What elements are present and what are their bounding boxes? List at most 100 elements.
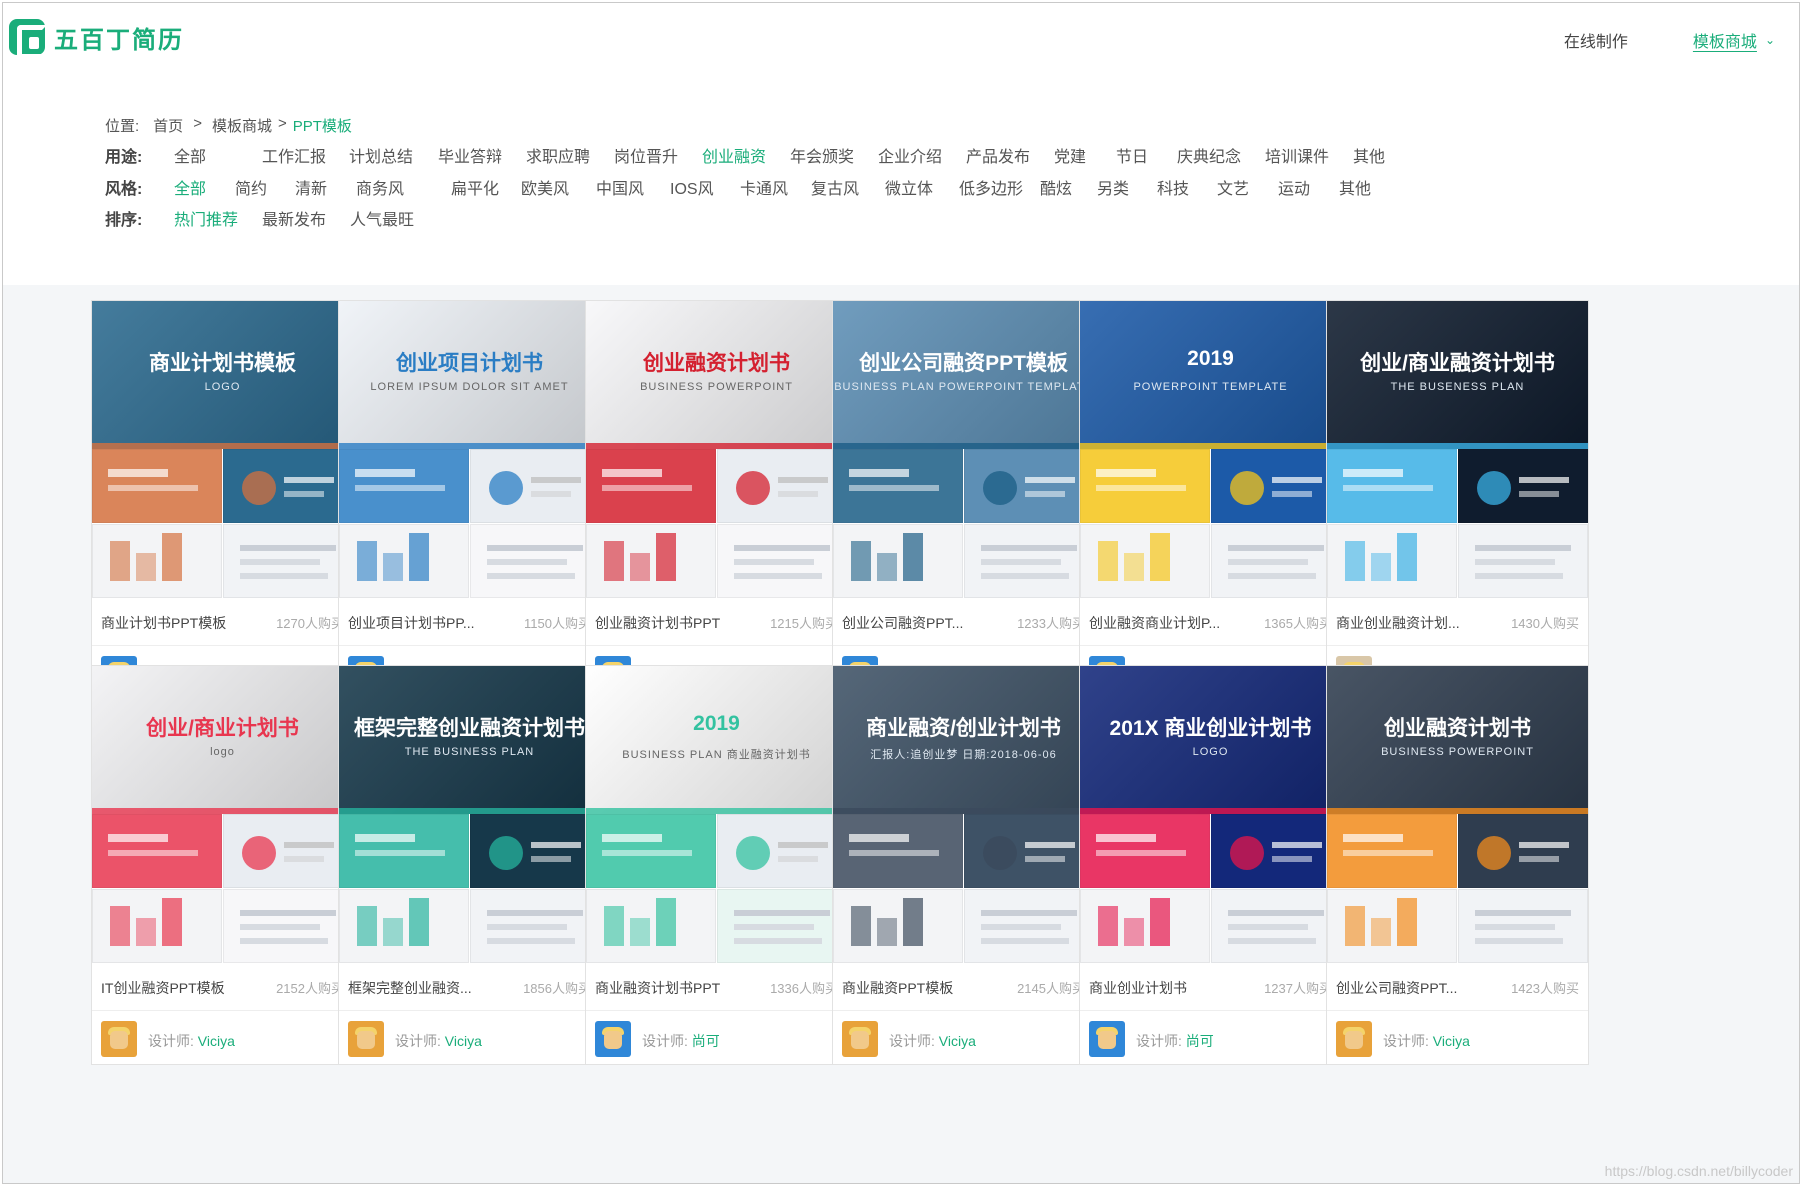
chevron-down-icon[interactable]: ⌄ <box>1765 33 1775 47</box>
filter-option-purpose[interactable]: 节日 <box>1116 143 1177 167</box>
designer-label: 设计师: <box>1136 1033 1182 1049</box>
filter-option-sort[interactable]: 热门推荐 <box>174 206 262 230</box>
filter-option-style[interactable]: 扁平化 <box>451 175 521 199</box>
card-meta: 创业项目计划书PP... 1150人购买 <box>339 598 600 646</box>
template-title[interactable]: IT创业融资PPT模板 <box>101 978 225 998</box>
brand-logo[interactable]: 五百丁简历 <box>9 19 184 59</box>
template-thumbnail[interactable]: 2019 POWERPOINT TEMPLATE <box>1080 301 1341 598</box>
thumbnail-title: 创业/商业计划书 <box>146 717 299 740</box>
template-thumbnail[interactable]: 商业融资/创业计划书 汇报人:追创业梦 日期:2018-06-06 <box>833 666 1094 963</box>
template-thumbnail[interactable]: 创业融资计划书 BUSINESS POWERPOINT <box>586 301 847 598</box>
template-card[interactable]: 201X 商业创业计划书 LOGO 商业创业计划书 1237人购买 设计师: 尚… <box>1079 665 1342 1065</box>
designer-name[interactable]: Viciya <box>445 1033 482 1049</box>
template-thumbnail[interactable]: 201X 商业创业计划书 LOGO <box>1080 666 1341 963</box>
filter-option-purpose[interactable]: 创业融资 <box>702 143 790 167</box>
designer-avatar[interactable] <box>1089 1021 1125 1057</box>
filter-option-purpose[interactable]: 党建 <box>1054 143 1116 167</box>
filter-option-purpose[interactable]: 求职应聘 <box>526 143 614 167</box>
designer-avatar[interactable] <box>1336 1021 1372 1057</box>
designer-name[interactable]: Viciya <box>1433 1033 1470 1049</box>
filter-option-purpose[interactable]: 庆典纪念 <box>1177 143 1265 167</box>
designer-avatar[interactable] <box>348 1021 384 1057</box>
template-card[interactable]: 商业融资/创业计划书 汇报人:追创业梦 日期:2018-06-06 商业融资PP… <box>832 665 1095 1065</box>
filter-option-style[interactable]: 全部 <box>174 175 235 199</box>
filter-option-style[interactable]: 科技 <box>1157 175 1217 199</box>
template-title[interactable]: 创业项目计划书PP... <box>348 613 475 633</box>
filter-option-style[interactable]: 微立体 <box>885 175 959 199</box>
template-card[interactable]: 创业融资计划书 BUSINESS POWERPOINT 创业公司融资PPT...… <box>1326 665 1589 1065</box>
template-thumbnail[interactable]: 商业计划书模板 LOGO <box>92 301 353 598</box>
template-card[interactable]: 创业/商业计划书 logo IT创业融资PPT模板 2152人购买 设计师: V… <box>91 665 354 1065</box>
template-card[interactable]: 框架完整创业融资计划书 THE BUSINESS PLAN 框架完整创业融资..… <box>338 665 601 1065</box>
filter-label-style: 风格: <box>105 181 143 198</box>
template-title[interactable]: 创业公司融资PPT... <box>1336 978 1457 998</box>
filter-option-sort[interactable]: 最新发布 <box>262 206 350 230</box>
filter-option-purpose[interactable]: 工作汇报 <box>262 143 349 167</box>
breadcrumb-home[interactable]: 首页 <box>153 115 183 136</box>
template-title[interactable]: 创业公司融资PPT... <box>842 613 963 633</box>
template-card[interactable]: 2019 BUSINESS PLAN 商业融资计划书 商业融资计划书PPT 13… <box>585 665 848 1065</box>
template-title[interactable]: 商业创业计划书 <box>1089 978 1187 998</box>
template-card[interactable]: 创业融资计划书 BUSINESS POWERPOINT 创业融资计划书PPT 1… <box>585 300 848 700</box>
nav-online-make[interactable]: 在线制作 <box>1564 28 1628 52</box>
designer-avatar[interactable] <box>595 1021 631 1057</box>
thumbnail-subtitle: LOGO <box>1192 746 1229 758</box>
designer-avatar[interactable] <box>101 1021 137 1057</box>
filter-option-style[interactable]: 简约 <box>235 175 295 199</box>
filter-option-style[interactable]: 商务风 <box>356 175 451 199</box>
filter-option-purpose[interactable]: 产品发布 <box>966 143 1054 167</box>
template-card[interactable]: 2019 POWERPOINT TEMPLATE 创业融资商业计划P... 13… <box>1079 300 1342 700</box>
filter-option-purpose[interactable]: 其他 <box>1353 143 1413 167</box>
filter-option-style[interactable]: 运动 <box>1278 175 1339 199</box>
filter-option-purpose[interactable]: 年会颁奖 <box>790 143 878 167</box>
designer-name[interactable]: Viciya <box>939 1033 976 1049</box>
designer-name[interactable]: 尚可 <box>1186 1033 1214 1049</box>
template-thumbnail[interactable]: 创业融资计划书 BUSINESS POWERPOINT <box>1327 666 1588 963</box>
template-title[interactable]: 商业融资计划书PPT <box>595 978 720 998</box>
template-thumbnail[interactable]: 创业/商业融资计划书 THE BUSENESS PLAN <box>1327 301 1588 598</box>
filter-option-style[interactable]: 欧美风 <box>521 175 596 199</box>
template-thumbnail[interactable]: 创业项目计划书 LOREM IPSUM DOLOR SIT AMET <box>339 301 600 598</box>
designer-name[interactable]: 尚可 <box>692 1033 720 1049</box>
filter-option-style[interactable]: 低多边形 <box>959 175 1040 199</box>
purchase-count: 1270人购买 <box>276 616 344 631</box>
filter-option-style[interactable]: 中国风 <box>596 175 670 199</box>
card-meta: 商业融资计划书PPT 1336人购买 <box>586 963 847 1011</box>
template-card[interactable]: 商业计划书模板 LOGO 商业计划书PPT模板 1270人购买 <box>91 300 354 700</box>
template-title[interactable]: 创业融资计划书PPT <box>595 613 720 633</box>
filter-option-style[interactable]: IOS风 <box>670 175 740 199</box>
filter-option-style[interactable]: 卡通风 <box>740 175 811 199</box>
template-title[interactable]: 商业融资PPT模板 <box>842 978 953 998</box>
nav-template-market[interactable]: 模板商城 <box>1693 28 1757 52</box>
template-title[interactable]: 框架完整创业融资... <box>348 978 472 998</box>
template-card[interactable]: 创业公司融资PPT模板 BUSINESS PLAN POWERPOINT TEM… <box>832 300 1095 700</box>
filter-option-purpose[interactable]: 毕业答辩 <box>438 143 526 167</box>
template-thumbnail[interactable]: 框架完整创业融资计划书 THE BUSINESS PLAN <box>339 666 600 963</box>
template-card[interactable]: 创业项目计划书 LOREM IPSUM DOLOR SIT AMET 创业项目计… <box>338 300 601 700</box>
filter-option-purpose[interactable]: 计划总结 <box>349 143 438 167</box>
filter-option-purpose[interactable]: 岗位晋升 <box>614 143 702 167</box>
filter-option-style[interactable]: 酷炫 <box>1040 175 1097 199</box>
template-card[interactable]: 创业/商业融资计划书 THE BUSENESS PLAN 商业创业融资计划...… <box>1326 300 1589 700</box>
template-title[interactable]: 商业创业融资计划... <box>1336 613 1460 633</box>
thumbnail-title: 创业融资计划书 <box>1384 717 1531 740</box>
designer-name[interactable]: Viciya <box>198 1033 235 1049</box>
purchase-count: 1365人购买 <box>1264 616 1332 631</box>
filter-option-style[interactable]: 另类 <box>1097 175 1157 199</box>
filter-option-purpose[interactable]: 全部 <box>174 143 262 167</box>
filter-option-style[interactable]: 复古风 <box>811 175 885 199</box>
template-title[interactable]: 商业计划书PPT模板 <box>101 613 226 633</box>
template-thumbnail[interactable]: 2019 BUSINESS PLAN 商业融资计划书 <box>586 666 847 963</box>
thumbnail-title: 2019 <box>1187 347 1234 370</box>
filter-option-purpose[interactable]: 企业介绍 <box>878 143 966 167</box>
filter-option-style[interactable]: 文艺 <box>1217 175 1278 199</box>
template-thumbnail[interactable]: 创业/商业计划书 logo <box>92 666 353 963</box>
template-thumbnail[interactable]: 创业公司融资PPT模板 BUSINESS PLAN POWERPOINT TEM… <box>833 301 1094 598</box>
template-title[interactable]: 创业融资商业计划P... <box>1089 613 1220 633</box>
filter-option-purpose[interactable]: 培训课件 <box>1265 143 1353 167</box>
filter-option-style[interactable]: 清新 <box>295 175 356 199</box>
designer-avatar[interactable] <box>842 1021 878 1057</box>
breadcrumb-market[interactable]: 模板商城 <box>212 115 272 136</box>
filter-option-style[interactable]: 其他 <box>1339 175 1399 199</box>
filter-option-sort[interactable]: 人气最旺 <box>350 206 414 230</box>
